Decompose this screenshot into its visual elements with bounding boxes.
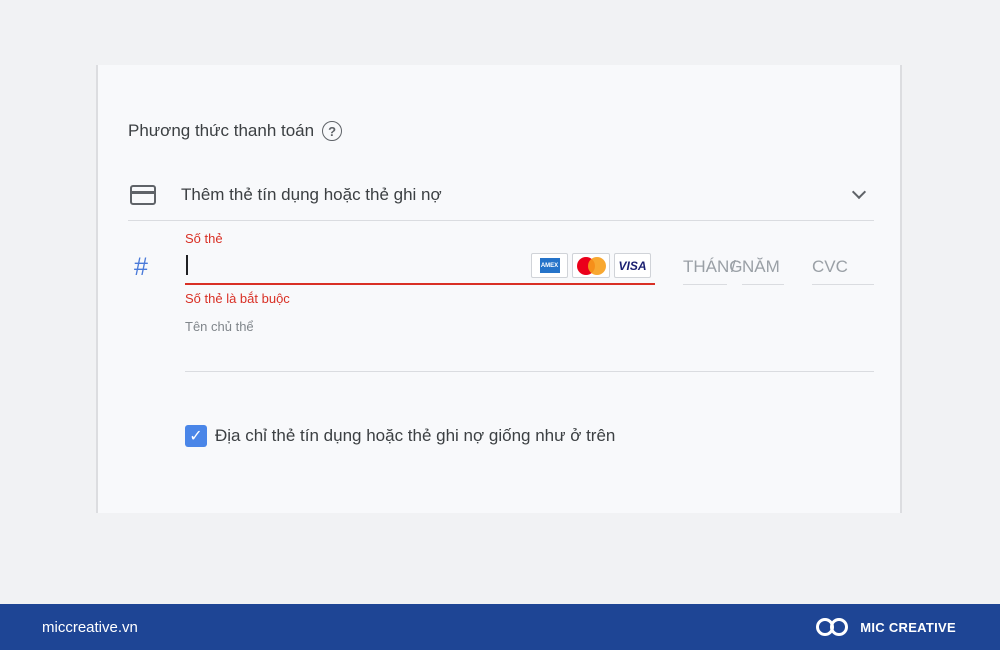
same-address-label: Địa chỉ thẻ tín dụng hoặc thẻ ghi nợ giố… xyxy=(215,426,616,445)
site-url[interactable]: miccreative.vn xyxy=(42,619,138,636)
add-card-method-dropdown[interactable]: Thêm thẻ tín dụng hoặc thẻ ghi nợ xyxy=(128,169,874,221)
credit-card-icon xyxy=(130,184,156,205)
mastercard-logo-icon xyxy=(572,253,610,278)
chevron-down-icon[interactable] xyxy=(851,184,867,199)
footer-bar: miccreative.vn MIC CREATIVE xyxy=(0,604,1000,650)
section-title-row: Phương thức thanh toán ? xyxy=(128,121,343,141)
expiry-month-input[interactable]: THÁNG xyxy=(683,249,743,285)
help-circle-icon[interactable]: ? xyxy=(322,121,343,141)
mic-creative-logo-icon xyxy=(814,614,852,640)
cvc-input[interactable]: CVC xyxy=(812,249,874,285)
cardholder-underline xyxy=(185,371,874,372)
card-number-label: Số thẻ xyxy=(185,231,223,246)
brand-name: MIC CREATIVE xyxy=(860,619,956,635)
card-number-error: Số thẻ là bắt buộc xyxy=(185,291,290,306)
expiry-year-input[interactable]: NĂM xyxy=(742,249,784,285)
method-label: Thêm thẻ tín dụng hoặc thẻ ghi nợ xyxy=(181,184,442,204)
text-caret xyxy=(186,255,188,275)
amex-logo-icon: AMEX xyxy=(531,253,568,278)
card-number-input[interactable]: AMEX VISA xyxy=(185,249,655,285)
payment-panel: Phương thức thanh toán ? Thêm thẻ tín dụ… xyxy=(96,65,902,513)
same-address-row[interactable]: ✓ Địa chỉ thẻ tín dụng hoặc thẻ ghi nợ g… xyxy=(185,425,615,447)
visa-logo-icon: VISA xyxy=(614,253,651,278)
checkbox-checked-icon[interactable]: ✓ xyxy=(185,425,207,447)
cardholder-name-input[interactable]: Tên chủ thể xyxy=(185,319,254,334)
hash-icon: # xyxy=(134,253,148,281)
card-brand-logos: AMEX VISA xyxy=(531,253,651,278)
expiry-separator: / xyxy=(731,257,736,276)
section-title: Phương thức thanh toán xyxy=(128,121,315,140)
footer-brand: MIC CREATIVE xyxy=(814,614,956,640)
